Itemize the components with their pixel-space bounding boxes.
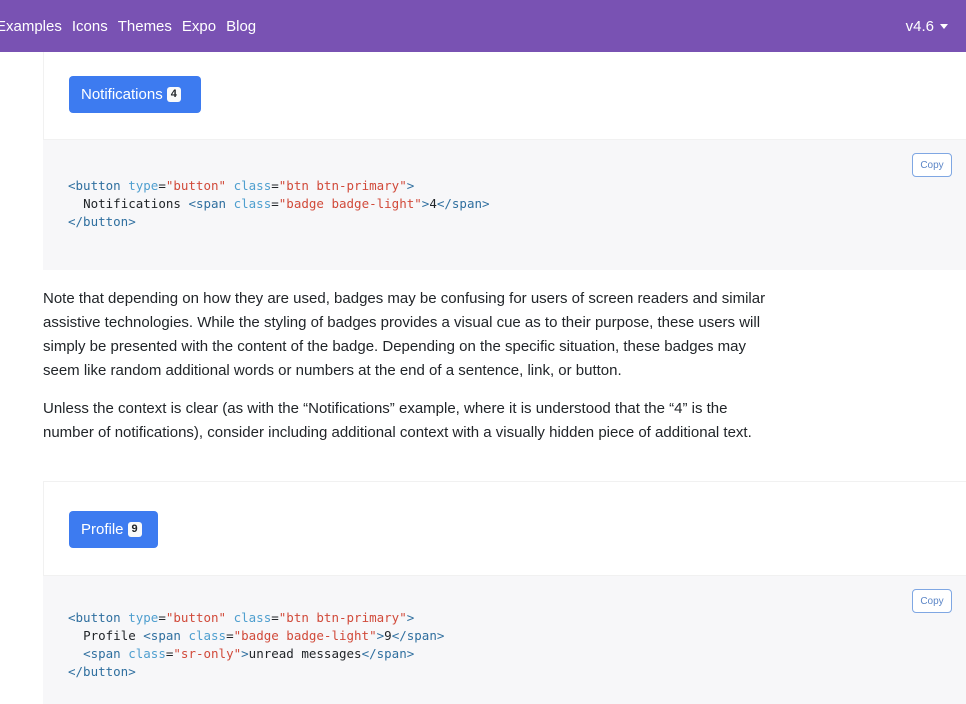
notifications-badge: 4: [166, 87, 181, 102]
profile-badge: 9: [127, 522, 142, 537]
code-snippet: <button type="button" class="btn btn-pri…: [68, 610, 445, 679]
code-string: "button": [165, 610, 227, 625]
code-tag: </span>: [361, 646, 415, 661]
notifications-button-label: Notifications: [81, 86, 163, 103]
code-text: Profile: [83, 628, 136, 643]
version-dropdown[interactable]: v4.6: [906, 0, 948, 52]
code-text: 4: [429, 196, 437, 211]
code-attr: class: [233, 196, 272, 211]
code-text: unread messages: [248, 646, 362, 661]
code-tag: </span>: [391, 628, 445, 643]
code-tag: </button>: [68, 664, 136, 679]
nav-link-icons[interactable]: Icons: [72, 18, 108, 35]
nav-link-themes[interactable]: Themes: [118, 18, 172, 35]
version-label: v4.6: [905, 17, 934, 35]
code-block-profile: Copy <button type="button" class="btn bt…: [43, 576, 966, 704]
code-snippet: <button type="button" class="btn btn-pri…: [68, 178, 490, 229]
code-attr: class: [233, 178, 272, 193]
code-string: "btn btn-primary": [278, 178, 407, 193]
code-string: "button": [165, 178, 227, 193]
profile-button-label: Profile: [81, 521, 124, 538]
code-string: "sr-only": [173, 646, 242, 661]
code-text: 9: [384, 628, 392, 643]
profile-button[interactable]: Profile 9: [69, 511, 158, 548]
code-tag: >: [406, 178, 415, 193]
code-attr: class: [128, 646, 166, 661]
code-text: Notifications: [83, 196, 181, 211]
code-string: "badge badge-light": [278, 196, 422, 211]
code-tag: </button>: [68, 214, 136, 229]
nav-link-examples[interactable]: Examples: [0, 18, 62, 35]
code-tag: <button: [68, 178, 121, 193]
code-string: "badge badge-light": [233, 628, 377, 643]
code-tag: >: [241, 646, 249, 661]
code-tag: >: [406, 610, 415, 625]
example-notifications: Notifications 4: [43, 52, 966, 140]
code-attr: type: [128, 178, 159, 193]
nav-link-expo[interactable]: Expo: [182, 18, 216, 35]
paragraph-accessibility-note: Note that depending on how they are used…: [43, 290, 766, 379]
code-tag: <span: [83, 646, 121, 661]
code-tag: <span: [188, 196, 227, 211]
top-navbar: Examples Icons Themes Expo Blog v4.6: [0, 0, 966, 52]
nav-link-blog[interactable]: Blog: [226, 18, 256, 35]
caret-down-icon: [940, 23, 948, 29]
code-attr: type: [128, 610, 159, 625]
copy-button[interactable]: Copy: [912, 589, 952, 613]
nav-links: Examples Icons Themes Expo Blog: [0, 0, 266, 52]
code-tag: <span: [143, 628, 181, 643]
code-tag: </span>: [436, 196, 490, 211]
code-attr: class: [188, 628, 227, 643]
paragraph-context-note: Unless the context is clear (as with the…: [43, 400, 752, 441]
copy-button[interactable]: Copy: [912, 153, 952, 177]
code-tag: <button: [68, 610, 121, 625]
code-string: "btn btn-primary": [278, 610, 407, 625]
notifications-button[interactable]: Notifications 4: [69, 76, 201, 113]
example-profile: Profile 9: [43, 481, 966, 576]
code-block-notifications: Copy <button type="button" class="btn bt…: [43, 140, 966, 270]
code-attr: class: [233, 610, 272, 625]
